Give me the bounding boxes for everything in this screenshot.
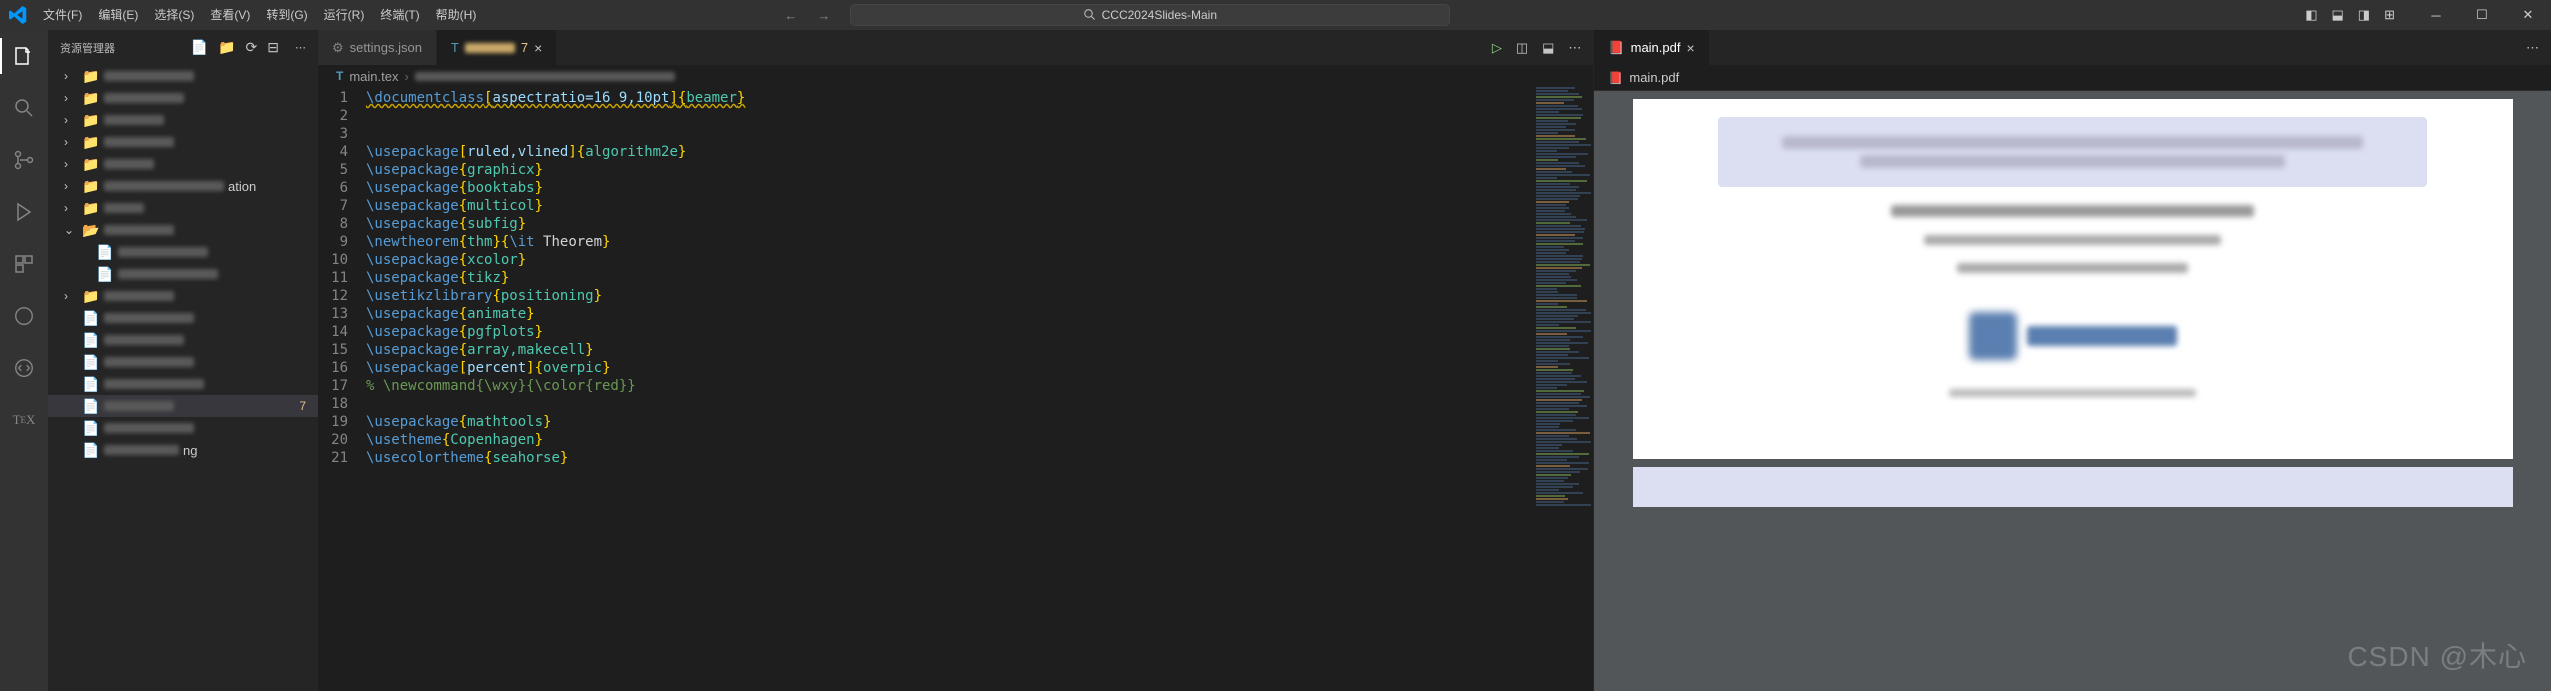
- nav-arrows: ← →: [784, 8, 830, 23]
- tree-row[interactable]: › 📁: [48, 87, 318, 109]
- tree-row[interactable]: › 📁: [48, 153, 318, 175]
- layout-panel-icon[interactable]: ⬓: [2332, 7, 2344, 23]
- editor-tab[interactable]: T 7×: [437, 30, 557, 65]
- editor-group-right: 📕main.pdf× ⋯ 📕 main.pdf: [1593, 30, 2551, 691]
- tree-row[interactable]: 📄 7: [48, 395, 318, 417]
- secondary-tab-label[interactable]: main.pdf: [1629, 70, 1679, 85]
- menu-item[interactable]: 终端(T): [372, 0, 427, 30]
- minimize-button[interactable]: ─: [2413, 0, 2459, 30]
- pdf-page-1: [1633, 99, 2513, 459]
- gutter: 123456789101112131415161718192021: [318, 87, 366, 691]
- editor-actions-right: ⋯: [2526, 30, 2551, 65]
- tree-row[interactable]: › 📁: [48, 109, 318, 131]
- layout-controls: ◧ ⬓ ◨ ⊞: [2297, 7, 2403, 23]
- pdf-logo: [1891, 301, 2254, 371]
- menu-item[interactable]: 转到(G): [258, 0, 315, 30]
- tab-bar-right: 📕main.pdf× ⋯: [1594, 30, 2551, 65]
- breadcrumb-file: main.tex: [349, 69, 398, 84]
- menu-item[interactable]: 帮助(H): [428, 0, 485, 30]
- github-icon[interactable]: [0, 298, 48, 334]
- title-bar: 文件(F)编辑(E)选择(S)查看(V)转到(G)运行(R)终端(T)帮助(H)…: [0, 0, 2551, 30]
- latex-icon[interactable]: TEX: [0, 402, 48, 438]
- pdf-title-box: [1718, 117, 2427, 187]
- pdf-page-2-top: [1633, 467, 2513, 507]
- refresh-icon[interactable]: ⟳: [246, 39, 258, 56]
- tex-file-icon: T: [336, 69, 343, 83]
- nav-forward-icon[interactable]: →: [817, 8, 830, 23]
- tree-row[interactable]: 📄 ng: [48, 439, 318, 461]
- menu-item[interactable]: 查看(V): [202, 0, 258, 30]
- tree-row[interactable]: 📄: [48, 241, 318, 263]
- new-file-icon[interactable]: 📄: [191, 39, 208, 56]
- pdf-preview[interactable]: [1594, 91, 2551, 691]
- app-icon: [0, 6, 35, 24]
- tree-row[interactable]: ⌄ 📂: [48, 219, 318, 241]
- split-right-icon[interactable]: ◫: [1516, 40, 1528, 56]
- tree-row[interactable]: › 📁 ation: [48, 175, 318, 197]
- menu-item[interactable]: 文件(F): [35, 0, 90, 30]
- watermark: CSDN @木心: [2347, 635, 2527, 675]
- code-area: 123456789101112131415161718192021 \docum…: [318, 87, 1593, 691]
- tree-row[interactable]: › 📁: [48, 197, 318, 219]
- search-icon: [1084, 9, 1096, 21]
- tree-row[interactable]: 📄: [48, 417, 318, 439]
- tree-row[interactable]: › 📁: [48, 131, 318, 153]
- pdf-file-icon: 📕: [1608, 71, 1623, 85]
- layout-customize-icon[interactable]: ⊞: [2384, 7, 2395, 23]
- window-controls: ─ ☐ ✕: [2413, 0, 2551, 30]
- main-area: TEX 资源管理器 📄 📁 ⟳ ⊟ ⋯ › 📁 › 📁 › 📁: [0, 30, 2551, 691]
- menu-item[interactable]: 运行(R): [316, 0, 373, 30]
- sidebar-title: 资源管理器: [60, 40, 115, 56]
- sidebar-more-icon[interactable]: ⋯: [295, 41, 306, 54]
- menu-bar: 文件(F)编辑(E)选择(S)查看(V)转到(G)运行(R)终端(T)帮助(H): [35, 0, 484, 30]
- search-text: CCC2024Slides-Main: [1102, 8, 1217, 22]
- close-button[interactable]: ✕: [2505, 0, 2551, 30]
- layout-sidebar-left-icon[interactable]: ◧: [2305, 7, 2317, 23]
- remote-icon[interactable]: [0, 350, 48, 386]
- tree-row[interactable]: 📄: [48, 263, 318, 285]
- editor-tab[interactable]: ⚙settings.json: [318, 30, 437, 65]
- code-editor[interactable]: \documentclass[aspectratio=16 9,10pt]{be…: [366, 87, 1533, 691]
- tree-row[interactable]: › 📁: [48, 65, 318, 87]
- extensions-icon[interactable]: [0, 246, 48, 282]
- tree-row[interactable]: 📄: [48, 351, 318, 373]
- tab-bar-left: ⚙settings.jsonT 7× ▷ ◫ ⬓ ⋯: [318, 30, 1593, 65]
- tree-row[interactable]: 📄: [48, 373, 318, 395]
- explorer-icon[interactable]: [0, 38, 48, 74]
- sidebar-actions: 📄 📁 ⟳ ⊟: [191, 39, 279, 56]
- minimap[interactable]: [1533, 87, 1593, 691]
- activity-bar: TEX: [0, 30, 48, 691]
- editor-actions: ▷ ◫ ⬓ ⋯: [1492, 30, 1594, 65]
- new-folder-icon[interactable]: 📁: [218, 39, 235, 56]
- secondary-tab-bar: 📕 main.pdf: [1594, 65, 2551, 91]
- more-actions-right-icon[interactable]: ⋯: [2526, 40, 2539, 56]
- menu-item[interactable]: 编辑(E): [90, 0, 146, 30]
- close-tab-icon[interactable]: ×: [1686, 40, 1694, 56]
- breadcrumb-symbol: [415, 72, 675, 81]
- more-actions-icon[interactable]: ⋯: [1568, 40, 1581, 56]
- tree-row[interactable]: 📄: [48, 307, 318, 329]
- search-activity-icon[interactable]: [0, 90, 48, 126]
- collapse-all-icon[interactable]: ⊟: [267, 39, 279, 56]
- menu-item[interactable]: 选择(S): [146, 0, 202, 30]
- source-control-icon[interactable]: [0, 142, 48, 178]
- close-tab-icon[interactable]: ×: [534, 40, 542, 56]
- editor-group-left: ⚙settings.jsonT 7× ▷ ◫ ⬓ ⋯ T main.tex › …: [318, 30, 1593, 691]
- nav-back-icon[interactable]: ←: [784, 8, 797, 23]
- run-icon[interactable]: ▷: [1492, 40, 1502, 56]
- maximize-button[interactable]: ☐: [2459, 0, 2505, 30]
- command-center[interactable]: CCC2024Slides-Main: [850, 4, 1450, 26]
- file-tree[interactable]: › 📁 › 📁 › 📁 › 📁 › 📁 › 📁 ation › 📁: [48, 65, 318, 691]
- tree-row[interactable]: 📄: [48, 329, 318, 351]
- sidebar-header: 资源管理器 📄 📁 ⟳ ⊟ ⋯: [48, 30, 318, 65]
- run-debug-icon[interactable]: [0, 194, 48, 230]
- tree-row[interactable]: › 📁: [48, 285, 318, 307]
- layout-sidebar-right-icon[interactable]: ◨: [2358, 7, 2370, 23]
- editor-tab[interactable]: 📕main.pdf×: [1594, 30, 1709, 65]
- editor-split: ⚙settings.jsonT 7× ▷ ◫ ⬓ ⋯ T main.tex › …: [318, 30, 2551, 691]
- explorer-sidebar: 资源管理器 📄 📁 ⟳ ⊟ ⋯ › 📁 › 📁 › 📁 ›: [48, 30, 318, 691]
- split-down-icon[interactable]: ⬓: [1542, 40, 1554, 56]
- breadcrumbs[interactable]: T main.tex ›: [318, 65, 1593, 87]
